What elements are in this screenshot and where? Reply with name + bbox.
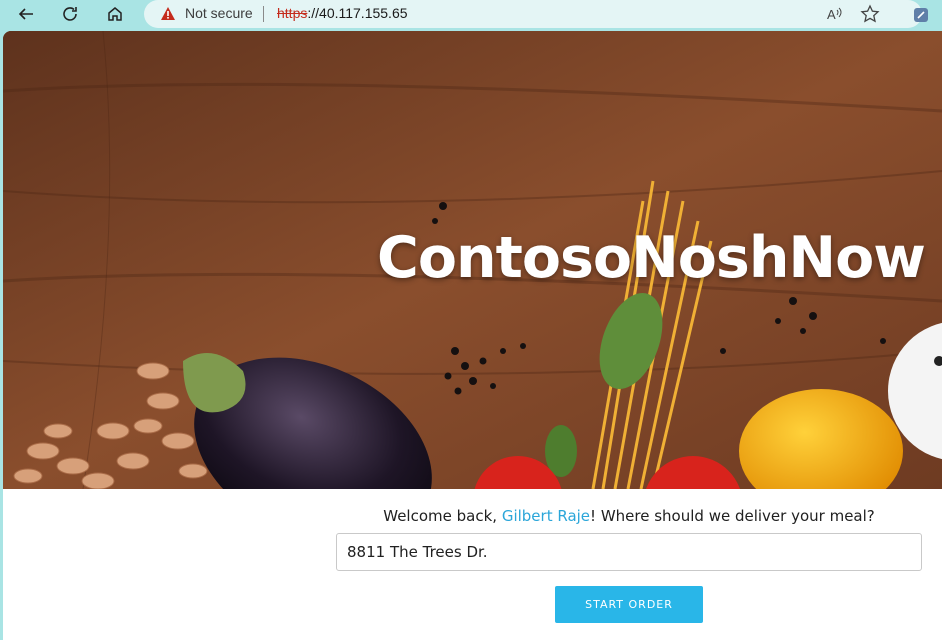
browser-toolbar: Not secure https://40.117.155.65 A — [0, 0, 942, 30]
extension-icon[interactable] — [910, 4, 932, 26]
refresh-icon — [63, 7, 77, 21]
welcome-prefix: Welcome back, — [383, 507, 502, 525]
page-content: ContosoNoshNow Welcome back, Gilbert Raj… — [3, 31, 942, 640]
read-aloud-icon[interactable]: A — [824, 4, 844, 24]
home-button[interactable] — [101, 2, 129, 26]
url-host: ://40.117.155.65 — [307, 5, 408, 21]
url-text[interactable]: https://40.117.155.65 — [277, 5, 408, 21]
address-bar[interactable]: Not secure https://40.117.155.65 A — [144, 0, 922, 28]
url-protocol: https — [277, 5, 308, 21]
delivery-address-input[interactable] — [336, 533, 922, 571]
refresh-button[interactable] — [56, 2, 84, 26]
warning-icon — [161, 7, 175, 20]
brand-title: ContosoNoshNow — [377, 225, 926, 291]
user-name-link[interactable]: Gilbert Raje — [502, 507, 590, 525]
security-label[interactable]: Not secure — [185, 5, 253, 21]
favorite-star-icon[interactable] — [860, 4, 880, 24]
home-icon — [108, 7, 122, 21]
address-divider — [263, 6, 264, 22]
start-order-button[interactable]: START ORDER — [555, 586, 703, 623]
back-button[interactable] — [12, 2, 40, 26]
svg-text:A: A — [827, 7, 836, 22]
welcome-suffix: ! Where should we deliver your meal? — [590, 507, 875, 525]
welcome-message: Welcome back, Gilbert Raje! Where should… — [336, 507, 922, 525]
hero-banner: ContosoNoshNow — [3, 31, 942, 489]
back-arrow-icon — [18, 8, 33, 20]
